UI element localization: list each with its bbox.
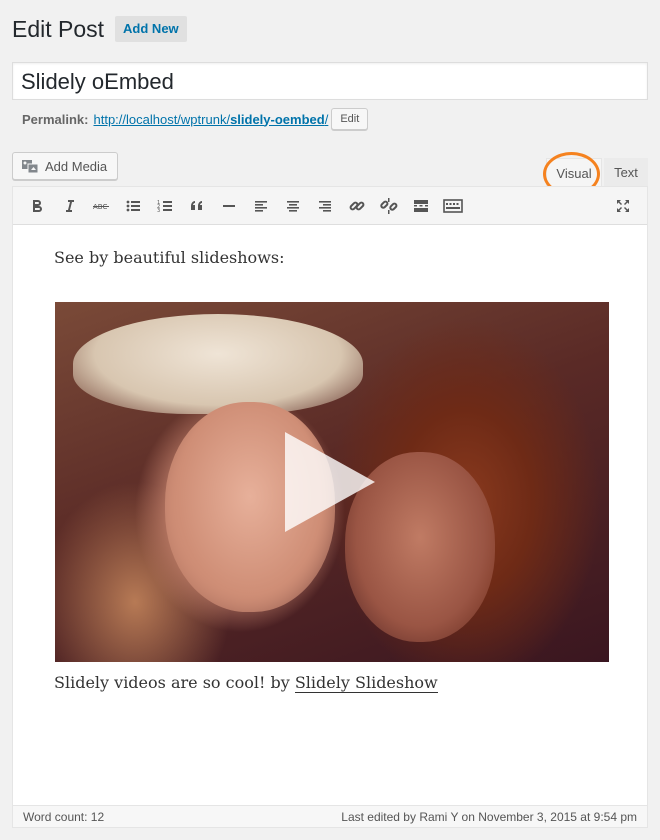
last-edited: Last edited by Rami Y on November 3, 201…	[341, 809, 637, 824]
unlink-icon[interactable]	[373, 191, 405, 221]
align-center-icon[interactable]	[277, 191, 309, 221]
permalink-trailing: /	[324, 111, 329, 127]
permalink-edit-button[interactable]: Edit	[331, 108, 369, 130]
tab-text[interactable]: Text	[604, 158, 648, 187]
intro-paragraph: See by beautiful slideshows:	[54, 248, 285, 267]
post-title-input[interactable]: Slidely oEmbed	[12, 62, 648, 100]
italic-icon[interactable]	[53, 191, 85, 221]
editor-box: ABC 123	[12, 186, 648, 828]
align-left-icon[interactable]	[245, 191, 277, 221]
permalink-row: Permalink: http://localhost/wptrunk/slid…	[22, 108, 369, 130]
permalink-base: http://localhost/wptrunk/	[93, 111, 231, 127]
svg-text:3: 3	[157, 208, 160, 214]
add-media-button[interactable]: Add Media	[12, 152, 119, 180]
fullscreen-icon[interactable]	[607, 191, 639, 221]
read-more-icon[interactable]	[405, 191, 437, 221]
horizontal-rule-icon[interactable]	[213, 191, 245, 221]
page-title: Edit Post	[12, 16, 105, 42]
add-new-button[interactable]: Add New	[115, 16, 187, 42]
blockquote-icon[interactable]	[181, 191, 213, 221]
permalink-label: Permalink:	[22, 111, 89, 127]
tab-visual[interactable]: Visual	[546, 158, 602, 187]
slidely-slideshow-link[interactable]: Slidely Slideshow	[294, 673, 438, 693]
word-count: Word count: 12	[23, 809, 105, 824]
caption-paragraph: Slidely videos are so cool! by Slidely S…	[54, 673, 438, 693]
numbered-list-icon[interactable]: 123	[149, 191, 181, 221]
page-header: Edit Post Add New	[12, 14, 187, 44]
slideshow-embed[interactable]	[55, 302, 609, 662]
permalink-slug: slidely-oembed	[230, 111, 325, 127]
bullet-list-icon[interactable]	[117, 191, 149, 221]
editor-content[interactable]: See by beautiful slideshows: Slidely vid…	[13, 226, 647, 807]
align-right-icon[interactable]	[309, 191, 341, 221]
embed-photo-hat	[73, 314, 363, 414]
strikethrough-icon[interactable]: ABC	[85, 191, 117, 221]
add-media-icon	[22, 160, 39, 174]
toolbar-toggle-icon[interactable]	[437, 191, 469, 221]
editor-toolbar: ABC 123	[13, 187, 647, 225]
add-media-label: Add Media	[45, 158, 108, 174]
permalink-link[interactable]: http://localhost/wptrunk/slidely-oembed/	[93, 112, 328, 127]
link-icon[interactable]	[341, 191, 373, 221]
bold-icon[interactable]	[21, 191, 53, 221]
editor-status-bar: Word count: 12 Last edited by Rami Y on …	[13, 805, 647, 827]
caption-prefix: Slidely videos are so cool! by	[54, 673, 295, 692]
play-icon[interactable]	[285, 432, 375, 532]
